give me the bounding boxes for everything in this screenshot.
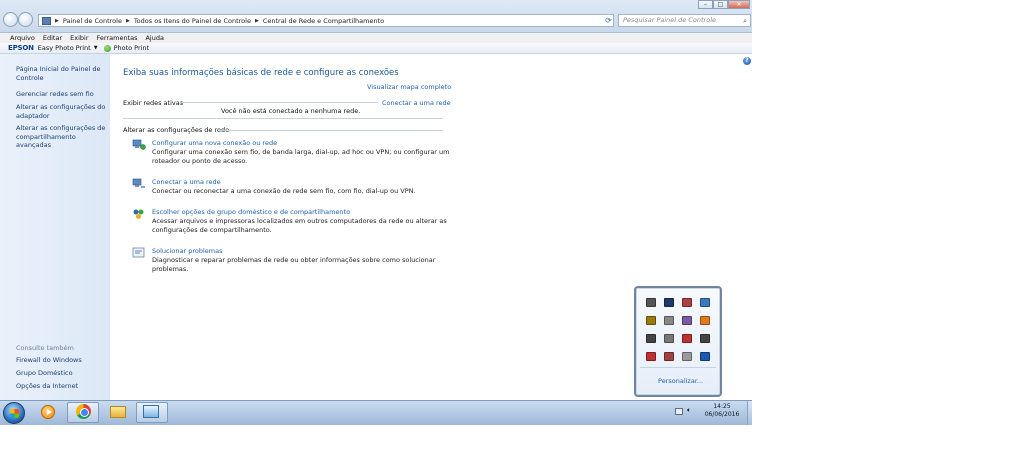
task-description: Diagnosticar e reparar problemas de rede… [152, 256, 436, 273]
colorful-app-icon[interactable] [682, 334, 692, 343]
breadcrumb-item[interactable]: Painel de Controle [63, 17, 122, 25]
breadcrumb-item[interactable]: Todos os Itens do Painel de Controle [134, 17, 251, 25]
doc-icon[interactable] [682, 316, 692, 325]
menu-ferramentas[interactable]: Ferramentas [97, 34, 138, 42]
action-center-icon[interactable] [675, 408, 683, 415]
wifi-warning-icon[interactable] [646, 352, 656, 361]
network-setup-icon [132, 139, 146, 150]
usb-icon[interactable] [664, 316, 674, 325]
search-icon[interactable] [700, 334, 710, 343]
minimize-button[interactable]: – [698, 0, 713, 9]
divider [640, 367, 716, 368]
flag-icon[interactable] [664, 334, 674, 343]
search-icon[interactable]: ⌕ [743, 16, 747, 27]
menu-ajuda[interactable]: Ajuda [145, 34, 163, 42]
no-network-status: Você não está conectado a nenhuma rede. [221, 107, 361, 115]
sidebar-link-home[interactable]: Página Inicial do Painel de Controle [16, 65, 108, 82]
forward-button[interactable] [18, 12, 33, 27]
breadcrumb-item[interactable]: Central de Rede e Compartilhamento [263, 17, 384, 25]
search-placeholder: Pesquisar Painel de Controle [623, 16, 716, 24]
refresh-icon[interactable]: ⟳ [602, 14, 615, 27]
sidebar-link-adapter[interactable]: Alterar as configurações do adaptador [16, 103, 108, 120]
photo-print-button[interactable]: Photo Print [114, 44, 150, 52]
task-description: Configurar uma conexão sem fio, de banda… [152, 148, 450, 165]
change-settings-label: Alterar as configurações de rede [123, 126, 230, 134]
back-button[interactable] [3, 12, 18, 27]
connect-network-link[interactable]: Conectar a uma rede [382, 99, 451, 107]
menu-editar[interactable]: Editar [43, 34, 62, 42]
personalize-link[interactable]: Personalizar... [658, 377, 703, 385]
control-panel-icon [42, 16, 51, 25]
task-description: Acessar arquivos e impressoras localizad… [152, 217, 447, 234]
monitor-icon[interactable] [664, 298, 674, 307]
blank-area [0, 425, 752, 469]
blank-area [752, 0, 1024, 469]
homegroup-icon [133, 209, 144, 219]
file-explorer-icon [110, 406, 126, 418]
volume-icon[interactable] [664, 352, 674, 361]
page-title: Exiba suas informações básicas de rede e… [123, 68, 399, 78]
network-off-icon[interactable] [682, 352, 692, 361]
divider [180, 102, 378, 103]
chrome-icon [76, 404, 91, 419]
task-link[interactable]: Escolher opções de grupo doméstico e de … [152, 208, 350, 216]
menu-exibir[interactable]: Exibir [70, 34, 88, 42]
windows-logo-icon [10, 409, 19, 418]
see-also-label: Consulte também [16, 344, 74, 352]
easy-photo-print-button[interactable]: Easy Photo Print [38, 44, 91, 52]
sidebar-link-firewall[interactable]: Firewall do Windows [16, 356, 108, 365]
active-networks-label: Exibir redes ativas [123, 99, 184, 107]
screen: – □ ✕ ▶ Painel de Controle ▶ Todos os It… [0, 0, 752, 425]
display-icon[interactable] [646, 298, 656, 307]
sidebar: Página Inicial do Painel de Controle Ger… [0, 54, 110, 400]
task-description: Conectar ou reconectar a uma conexão de … [152, 187, 416, 195]
media-player-icon [41, 405, 55, 419]
maximize-button[interactable]: □ [713, 0, 728, 9]
orange-app-icon[interactable] [700, 316, 710, 325]
menu-arquivo[interactable]: Arquivo [10, 34, 35, 42]
photo-print-icon [103, 44, 111, 52]
sidebar-link-internet-options[interactable]: Opções da Internet [16, 382, 108, 391]
epson-toolbar: EPSON Easy Photo Print ▼ Photo Print [0, 43, 752, 54]
search-input[interactable]: Pesquisar Painel de Controle ⌕ [618, 14, 751, 27]
sidebar-link-homegroup[interactable]: Grupo Doméstico [16, 369, 108, 378]
clock[interactable]: 14:25 06/06/2016 [700, 403, 744, 418]
epson-logo: EPSON [8, 44, 34, 52]
sidebar-link-wireless[interactable]: Gerenciar redes sem fio [16, 90, 108, 99]
clock-date: 06/06/2016 [704, 410, 740, 418]
task-link[interactable]: Solucionar problemas [152, 247, 223, 255]
task-link[interactable]: Configurar uma nova conexão ou rede [152, 139, 277, 147]
help-icon[interactable]: ? [743, 57, 751, 65]
volume-icon[interactable]: 🔈︎ [687, 406, 691, 415]
address-bar[interactable]: ▶ Painel de Controle ▶ Todos os Itens do… [38, 14, 614, 27]
close-button[interactable]: ✕ [728, 0, 750, 9]
task-link[interactable]: Conectar a uma rede [152, 178, 221, 186]
bluetooth-icon[interactable] [700, 352, 710, 361]
chevron-down-icon[interactable]: ▼ [94, 45, 98, 51]
divider [218, 130, 443, 131]
sidebar-link-sharing[interactable]: Alterar as configurações de compartilham… [16, 124, 108, 150]
network-center-icon [143, 405, 159, 418]
clock-time: 14:25 [713, 403, 731, 410]
start-button[interactable] [3, 402, 25, 424]
network-connect-icon [132, 178, 145, 188]
chevron-right-icon: ▶ [125, 17, 130, 24]
chevron-right-icon: ▶ [55, 17, 59, 24]
divider [123, 118, 443, 119]
cursor-icon[interactable] [646, 334, 656, 343]
chevron-right-icon: ▶ [254, 17, 259, 24]
app-icon[interactable] [682, 298, 692, 307]
graduation-icon[interactable] [646, 316, 656, 325]
troubleshoot-icon [132, 247, 145, 258]
network-icon[interactable] [700, 298, 710, 307]
menu-bar: Arquivo Editar Exibir Ferramentas Ajuda [0, 33, 752, 43]
tray-icon-grid [640, 296, 716, 366]
view-full-map-link[interactable]: Visualizar mapa completo [367, 83, 451, 91]
